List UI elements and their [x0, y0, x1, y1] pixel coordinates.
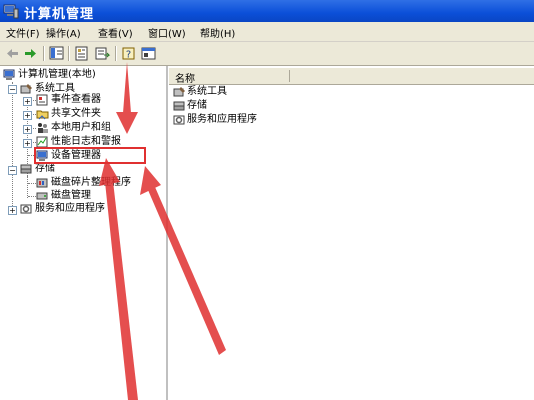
toolbar-separator	[68, 46, 70, 61]
toolbar: ?	[0, 42, 534, 66]
forward-arrow-icon[interactable]	[22, 45, 39, 62]
list-item-label: 存储	[187, 100, 207, 111]
storage-icon	[173, 101, 185, 111]
details-pane[interactable]: 名称 系统工具 存储 服务和应用程序	[169, 66, 534, 400]
tree-connector	[28, 196, 36, 197]
list-item-label: 服务和应用程序	[187, 114, 257, 125]
menu-bar: 文件(F) 操作(A) 查看(V) 窗口(W) 帮助(H)	[0, 22, 534, 42]
toolbar-separator	[115, 46, 117, 61]
show-hide-tree-icon[interactable]	[48, 45, 65, 62]
event-viewer-icon	[36, 94, 48, 106]
properties-icon[interactable]	[73, 45, 90, 62]
defrag-icon	[36, 178, 48, 188]
menu-window[interactable]: 窗口(W)	[148, 25, 186, 40]
export-list-icon[interactable]	[94, 45, 111, 62]
title-bar: 计算机管理	[0, 0, 534, 22]
tools-icon	[173, 87, 185, 97]
column-header[interactable]: 名称	[169, 68, 534, 85]
column-name-header[interactable]: 名称	[175, 70, 195, 85]
tree-label: 存储	[35, 163, 55, 174]
annotation-highlight-box	[34, 147, 146, 164]
tree-label: 共享文件夹	[51, 108, 101, 119]
column-divider[interactable]	[289, 70, 290, 82]
menu-view[interactable]: 查看(V)	[98, 25, 133, 40]
svg-text:?: ?	[126, 50, 131, 61]
tools-icon	[20, 84, 32, 94]
users-icon	[38, 123, 48, 133]
expand-toggle[interactable]: +	[8, 206, 17, 215]
disk-management-icon	[36, 192, 48, 200]
list-item-label: 系统工具	[187, 86, 227, 97]
expand-toggle[interactable]: +	[23, 111, 32, 120]
tree-label: 本地用户和组	[51, 122, 111, 133]
expand-toggle[interactable]: +	[23, 97, 32, 106]
tree-label: 磁盘碎片整理程序	[51, 177, 131, 188]
help-icon[interactable]: ?	[120, 45, 137, 62]
tree-connector	[12, 82, 13, 210]
computer-icon	[3, 69, 15, 80]
tree-label: 事件查看器	[51, 94, 101, 105]
window-title: 计算机管理	[24, 7, 95, 22]
menu-action[interactable]: 操作(A)	[46, 25, 81, 40]
tree-connector	[28, 183, 36, 184]
expand-toggle[interactable]: +	[23, 125, 32, 134]
tree-label: 磁盘管理	[51, 190, 91, 201]
shared-folder-icon	[36, 110, 49, 120]
tree-connector	[27, 176, 28, 198]
services-icon	[20, 204, 32, 214]
menu-help[interactable]: 帮助(H)	[200, 25, 235, 40]
collapse-toggle[interactable]: −	[8, 85, 17, 94]
back-arrow-icon[interactable]	[4, 45, 21, 62]
storage-icon	[20, 164, 32, 174]
tree-label: 服务和应用程序	[35, 203, 105, 214]
computer-management-icon	[3, 4, 19, 19]
expand-toggle[interactable]: +	[23, 139, 32, 148]
console-icon[interactable]	[140, 45, 157, 62]
tree-pane[interactable]: 计算机管理(本地) − 系统工具 + 事件查看器 + 共享文件夹 + 本地用户和…	[0, 66, 168, 400]
services-icon	[173, 115, 185, 125]
collapse-toggle[interactable]: −	[8, 166, 17, 175]
menu-file[interactable]: 文件(F)	[6, 25, 40, 40]
toolbar-separator	[43, 46, 45, 61]
tree-label: 计算机管理(本地)	[18, 69, 96, 80]
